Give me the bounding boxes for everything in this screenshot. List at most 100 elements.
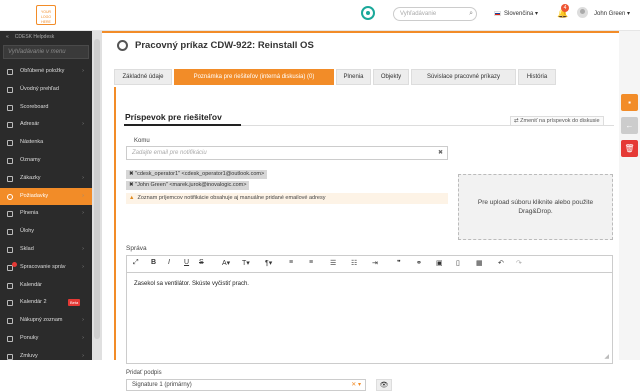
- undo-icon[interactable]: ↶: [498, 259, 504, 267]
- sidebar-item[interactable]: Úlohy: [0, 223, 92, 241]
- sidebar-item[interactable]: Nástenka: [0, 134, 92, 152]
- file-icon[interactable]: ▯: [456, 259, 460, 267]
- heading-underline: [124, 124, 241, 126]
- tab-fulfillments[interactable]: Plnenia: [336, 69, 371, 85]
- numbered-list-icon[interactable]: ☷: [351, 259, 357, 267]
- tab-basic-info[interactable]: Základné údaje: [114, 69, 172, 85]
- chart-icon: [7, 104, 13, 111]
- support-icon[interactable]: [361, 6, 375, 20]
- language-selector[interactable]: Slovenčina ▾: [494, 10, 538, 17]
- cart-icon: [7, 318, 13, 325]
- font-size-icon[interactable]: T▾: [242, 259, 250, 267]
- italic-icon[interactable]: I: [168, 259, 170, 266]
- accent-line: [102, 31, 619, 33]
- sidebar-header: « CDESK Helpdesk: [0, 31, 92, 43]
- paragraph-icon[interactable]: ¶▾: [265, 259, 272, 267]
- user-name: John Green: [594, 11, 626, 17]
- sidebar-item[interactable]: Sklad ›: [0, 241, 92, 259]
- scrollbar-thumb[interactable]: [94, 39, 100, 339]
- tab-related-orders[interactable]: Súvislace pracovné príkazy: [411, 69, 516, 85]
- signature-select[interactable]: Signature 1 (primárny) ✕ ▾: [126, 379, 366, 391]
- sidebar-item-label: Ponuky: [20, 334, 39, 341]
- search-icon[interactable]: ⌕: [469, 10, 473, 18]
- briefcase-icon: [7, 175, 13, 182]
- contract-icon: [7, 353, 13, 360]
- tab-history[interactable]: História: [518, 69, 556, 85]
- tab-objects[interactable]: Objekty: [373, 69, 409, 85]
- sidebar-item[interactable]: Zmluvy ›: [0, 348, 92, 366]
- table-icon[interactable]: ▦: [476, 259, 483, 267]
- strikethrough-icon[interactable]: S: [199, 259, 204, 266]
- to-label: Komu: [134, 138, 150, 144]
- avatar[interactable]: [577, 7, 588, 18]
- file-upload-dropzone[interactable]: Pre upload súboru kliknite alebo použite…: [458, 174, 613, 240]
- warehouse-icon: [7, 246, 13, 253]
- offer-icon: [7, 335, 13, 342]
- email-placeholder: Zadajte email pre notifikáciu: [132, 150, 207, 156]
- sidebar-item[interactable]: Ponuky ›: [0, 330, 92, 348]
- back-button[interactable]: ←: [621, 117, 638, 134]
- quote-icon[interactable]: ❞: [397, 259, 401, 267]
- message-text[interactable]: Zasekol sa ventilátor. Skúste vyčistiť p…: [134, 281, 249, 287]
- megaphone-icon: [7, 157, 13, 164]
- link-icon[interactable]: ⚭: [416, 259, 422, 267]
- sidebar-item[interactable]: Obľúbené položky ›: [0, 63, 92, 81]
- sidebar-item[interactable]: Scoreboard: [0, 99, 92, 117]
- sidebar-item[interactable]: Adresár ›: [0, 116, 92, 134]
- switch-label: Zmeniť na príspevok do diskusie: [520, 118, 600, 124]
- workorder-icon: [117, 40, 128, 51]
- clear-icon[interactable]: ✖: [438, 149, 443, 156]
- underline-icon[interactable]: U: [184, 259, 189, 266]
- tab-internal-note[interactable]: Poznámka pre riešiteľov (interná diskusi…: [174, 69, 334, 85]
- page-title: Pracovný príkaz CDW-922: Reinstall OS: [135, 40, 314, 51]
- sidebar-item[interactable]: Požiadavky ›: [0, 187, 92, 206]
- chevron-right-icon: ›: [82, 192, 84, 199]
- preview-signature-button[interactable]: 👁: [376, 379, 392, 391]
- sidebar-scrollbar[interactable]: [92, 31, 102, 360]
- sidebar-item[interactable]: Zákazky ›: [0, 170, 92, 188]
- sidebar-item-label: Scoreboard: [20, 103, 49, 110]
- fullscreen-icon[interactable]: ⤢: [133, 259, 139, 267]
- chevron-right-icon: ›: [82, 174, 84, 181]
- email-input[interactable]: Zadajte email pre notifikáciu ✖: [126, 146, 448, 160]
- bold-icon[interactable]: B: [151, 259, 156, 266]
- redo-icon[interactable]: ↷: [516, 259, 522, 267]
- delete-button[interactable]: 🗑: [621, 140, 638, 157]
- resize-handle-icon[interactable]: ◢: [604, 353, 609, 360]
- sidebar-item[interactable]: Úvodný prehľad: [0, 81, 92, 99]
- eye-icon: 👁: [379, 382, 389, 389]
- indent-icon[interactable]: ⇥: [372, 259, 378, 267]
- star-icon: [7, 69, 13, 75]
- message-editor[interactable]: Zasekol sa ventilátor. Skúste vyčistiť p…: [126, 272, 613, 364]
- save-button[interactable]: ▪: [621, 94, 638, 111]
- calendar-icon: [7, 300, 13, 307]
- recipients-warning: ▲ Zoznam príjemcov notifikácie obsahuje a…: [126, 193, 448, 204]
- bullet-list-icon[interactable]: ☰: [330, 259, 336, 267]
- sidebar-item[interactable]: Kalendár: [0, 277, 92, 295]
- recipient-chip[interactable]: ✖ "John Green" <marek.jurok@inovalogic.c…: [126, 181, 250, 190]
- tasks-icon: [7, 211, 13, 218]
- global-search-input[interactable]: Vyhľadávanie ⌕: [393, 7, 477, 21]
- sidebar-item[interactable]: Oznamy: [0, 152, 92, 170]
- align-center-icon[interactable]: ≡: [309, 259, 313, 266]
- sidebar-item[interactable]: Spracovanie správ ›: [0, 259, 92, 277]
- sidebar-item[interactable]: Kalendár 2 Beta: [0, 294, 92, 312]
- sidebar-item-label: Požiadavky: [20, 192, 49, 199]
- right-action-bar: ▪ ← 🗑: [619, 31, 640, 360]
- warning-icon: ▲: [129, 195, 135, 201]
- app-logo[interactable]: YOUR LOGO HERE: [36, 5, 56, 25]
- font-color-icon[interactable]: A▾: [222, 259, 230, 267]
- signature-value: Signature 1 (primárny): [132, 382, 192, 388]
- language-label: Slovenčina: [504, 11, 534, 17]
- sidebar-item[interactable]: Plnenia ›: [0, 205, 92, 223]
- recipient-chip[interactable]: ✖ "cdesk_operator1" <cdesk_operator1@out…: [126, 170, 268, 179]
- menu-search-input[interactable]: Vyhľadávanie v menu: [3, 45, 89, 59]
- save-icon: ▪: [628, 98, 631, 107]
- checklist-icon: [7, 229, 13, 236]
- user-menu[interactable]: John Green ▾: [594, 10, 630, 17]
- align-left-icon[interactable]: ≡: [289, 259, 293, 266]
- image-icon[interactable]: ▣: [436, 259, 443, 267]
- collapse-sidebar-button[interactable]: «: [6, 34, 9, 40]
- sidebar-item[interactable]: Nákupný zoznam ›: [0, 312, 92, 330]
- global-search-placeholder: Vyhľadávanie: [400, 11, 437, 17]
